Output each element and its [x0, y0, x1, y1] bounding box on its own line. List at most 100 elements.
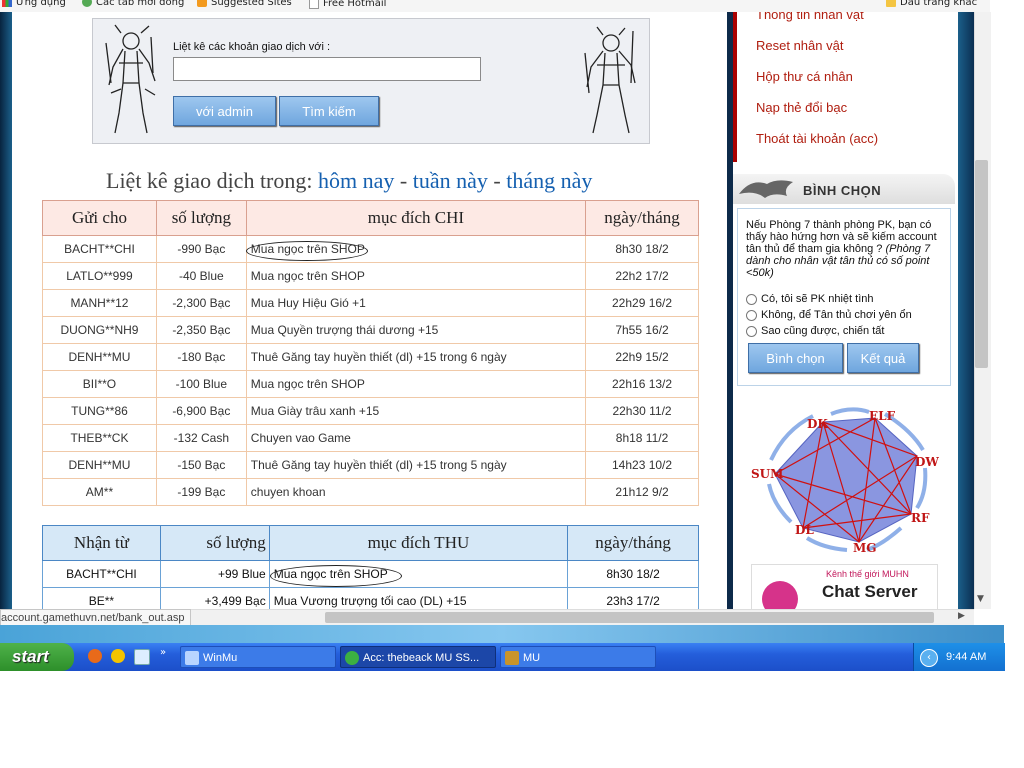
filter-month-link[interactable]: tháng này: [506, 168, 592, 193]
web-page: Liệt kê các khoản giao dịch với : với ad…: [0, 12, 974, 609]
date-cell: 8h18 11/2: [585, 424, 699, 452]
amount-cell: -2,350 Bạc: [155, 316, 247, 344]
recipient-name[interactable]: AM**: [42, 478, 157, 506]
menu-item-reset[interactable]: Reset nhân vật: [756, 38, 843, 53]
column-header: số lượng: [155, 200, 247, 236]
recipient-name[interactable]: LATLO**999: [42, 262, 157, 290]
taskbar-window-chrome[interactable]: Acc: thebeack MU SS...: [340, 646, 496, 668]
recipient-name[interactable]: DENH**MU: [42, 451, 157, 479]
account-menu: Thông tin nhân vật Reset nhân vật Hộp th…: [733, 12, 958, 162]
poll-option-label: Không, để Tân thủ chơi yên ổn: [761, 309, 912, 321]
purpose-cell: chuyen khoan: [245, 478, 587, 506]
poll-option[interactable]: Không, để Tân thủ chơi yên ổn: [746, 309, 912, 321]
taskbar-window-mu[interactable]: MU: [500, 646, 656, 668]
menu-item-character-info[interactable]: Thông tin nhân vật: [756, 12, 864, 22]
scroll-down-arrow-icon[interactable]: ▼: [977, 594, 984, 604]
right-background-strip: [958, 12, 974, 609]
start-button[interactable]: start: [0, 643, 74, 671]
purpose-cell: Mua ngọc trên SHOP: [245, 262, 587, 290]
scroll-right-arrow-icon[interactable]: ▶: [958, 611, 965, 621]
menu-item-inbox[interactable]: Hộp thư cá nhân: [756, 69, 853, 84]
diagram-label: DL: [795, 523, 814, 537]
menu-item-logout[interactable]: Thoát tài khoản (acc): [756, 131, 878, 146]
folder-icon: [886, 0, 896, 7]
date-cell: 14h23 10/2: [585, 451, 699, 479]
bookmark-recent-tabs[interactable]: Các tab mới đóng: [82, 0, 184, 8]
recipient-name[interactable]: MANH**12: [42, 289, 157, 317]
chat-server-banner[interactable]: Kênh thế giới MUHN Chat Server: [751, 564, 938, 609]
recipient-name[interactable]: DUONG**NH9: [42, 316, 157, 344]
result-button[interactable]: Kết quả: [847, 343, 919, 373]
search-input[interactable]: [173, 57, 481, 81]
messenger-quicklaunch-icon[interactable]: [111, 649, 125, 663]
chevron-right-icon[interactable]: »: [160, 647, 166, 658]
recipient-name[interactable]: BII**O: [42, 370, 157, 398]
admin-button[interactable]: với admin: [173, 96, 276, 126]
table-header-row: Gửi cho số lượng mục đích CHI ngày/tháng: [42, 200, 699, 236]
sender-name[interactable]: BACHT**CHI: [42, 560, 161, 588]
firefox-quicklaunch-icon[interactable]: [88, 649, 102, 663]
table-header-row: Nhận từ số lượng mục đích THU ngày/tháng: [42, 525, 699, 561]
radio-button[interactable]: [746, 309, 757, 321]
vertical-scroll-thumb[interactable]: [975, 160, 988, 368]
system-tray: ‹ 9:44 AM: [913, 643, 1005, 671]
filter-week-link[interactable]: tuần này: [413, 168, 488, 193]
date-cell: 22h29 16/2: [585, 289, 699, 317]
date-cell: 22h30 11/2: [585, 397, 699, 425]
date-cell: 22h16 13/2: [585, 370, 699, 398]
vote-button[interactable]: Bình chọn: [748, 343, 843, 373]
poll-box: Nếu Phòng 7 thành phòng PK, bạn có thấy …: [737, 208, 951, 386]
table-row: DUONG**NH9 -2,350 Bạc Mua Quyền trượng thá…: [42, 316, 699, 344]
bookmark-label: Các tab mới đóng: [96, 0, 185, 8]
purpose-cell: Thuê Găng tay huyền thiết (dl) +15 trong…: [245, 451, 587, 479]
poll-title: BÌNH CHỌN: [803, 183, 882, 198]
amount-cell: -6,900 Bạc: [155, 397, 247, 425]
main-content: Liệt kê các khoản giao dịch với : với ad…: [12, 12, 727, 609]
dragon-icon: [739, 180, 793, 198]
list-heading-prefix: Liệt kê giao dịch trong:: [106, 168, 313, 193]
sender-name[interactable]: BE**: [42, 587, 161, 609]
taskbar-window-label: Acc: thebeack MU SS...: [363, 652, 480, 664]
date-cell: 7h55 16/2: [585, 316, 699, 344]
recipient-name[interactable]: THEB**CK: [42, 424, 157, 452]
search-button[interactable]: Tìm kiếm: [279, 96, 379, 126]
amount-cell: -132 Cash: [155, 424, 247, 452]
amount-cell: -100 Blue: [155, 370, 247, 398]
bookmark-label: Dấu trang khác: [900, 0, 978, 8]
poll-option-label: Có, tôi sẽ PK nhiệt tình: [761, 293, 874, 305]
bookmark-suggested-sites[interactable]: Suggested Sites: [197, 0, 292, 8]
expense-table: Gửi cho số lượng mục đích CHI ngày/tháng…: [42, 200, 699, 506]
diagram-label: DW: [915, 455, 939, 469]
purpose-cell: Mua ngọc trên SHOP: [245, 235, 587, 263]
menu-item-topup[interactable]: Nạp thẻ đổi bạc: [756, 100, 847, 115]
table-row: DENH**MU -180 Bạc Thuê Găng tay huyền thiế…: [42, 343, 699, 371]
table-row: TUNG**86 -6,900 Bạc Mua Giày trâu xanh +15…: [42, 397, 699, 425]
poll-option[interactable]: Sao cũng được, chiến tất: [746, 325, 884, 337]
warrior-left-illustration: [105, 24, 156, 134]
table-row: THEB**CK -132 Cash Chuyen vao Game 8h18 11/…: [42, 424, 699, 452]
column-header: mục đích CHI: [245, 200, 587, 236]
taskbar-window-winmu[interactable]: WinMu: [180, 646, 336, 668]
bookmark-hotmail[interactable]: Free Hotmail: [309, 0, 386, 9]
radio-button[interactable]: [746, 325, 757, 337]
poll-option-label: Sao cũng được, chiến tất: [761, 325, 885, 337]
recipient-name[interactable]: TUNG**86: [42, 397, 157, 425]
purpose-cell: Thuê Găng tay huyền thiết (dl) +15 trong…: [245, 343, 587, 371]
bookmark-apps[interactable]: Ứng dụng: [2, 0, 66, 8]
desktop-background: [0, 625, 1004, 643]
show-hidden-icons-icon[interactable]: ‹: [920, 649, 938, 667]
filter-today-link[interactable]: hôm nay: [318, 168, 394, 193]
horizontal-scroll-thumb[interactable]: [325, 612, 934, 623]
diagram-arrow: [830, 407, 870, 416]
radio-button[interactable]: [746, 293, 757, 305]
ie-quicklaunch-icon[interactable]: [134, 649, 150, 665]
taskbar: start » WinMu Acc: thebeack MU SS... MU …: [0, 643, 1005, 671]
taskbar-window-label: WinMu: [203, 652, 238, 664]
amount-cell: -2,300 Bạc: [155, 289, 247, 317]
poll-option[interactable]: Có, tôi sẽ PK nhiệt tình: [746, 293, 874, 305]
diagram-label: MG: [853, 541, 877, 554]
recipient-name[interactable]: BACHT**CHI: [42, 235, 157, 263]
search-panel: Liệt kê các khoản giao dịch với : với ad…: [92, 18, 650, 144]
bookmark-other[interactable]: Dấu trang khác: [886, 0, 977, 8]
recipient-name[interactable]: DENH**MU: [42, 343, 157, 371]
